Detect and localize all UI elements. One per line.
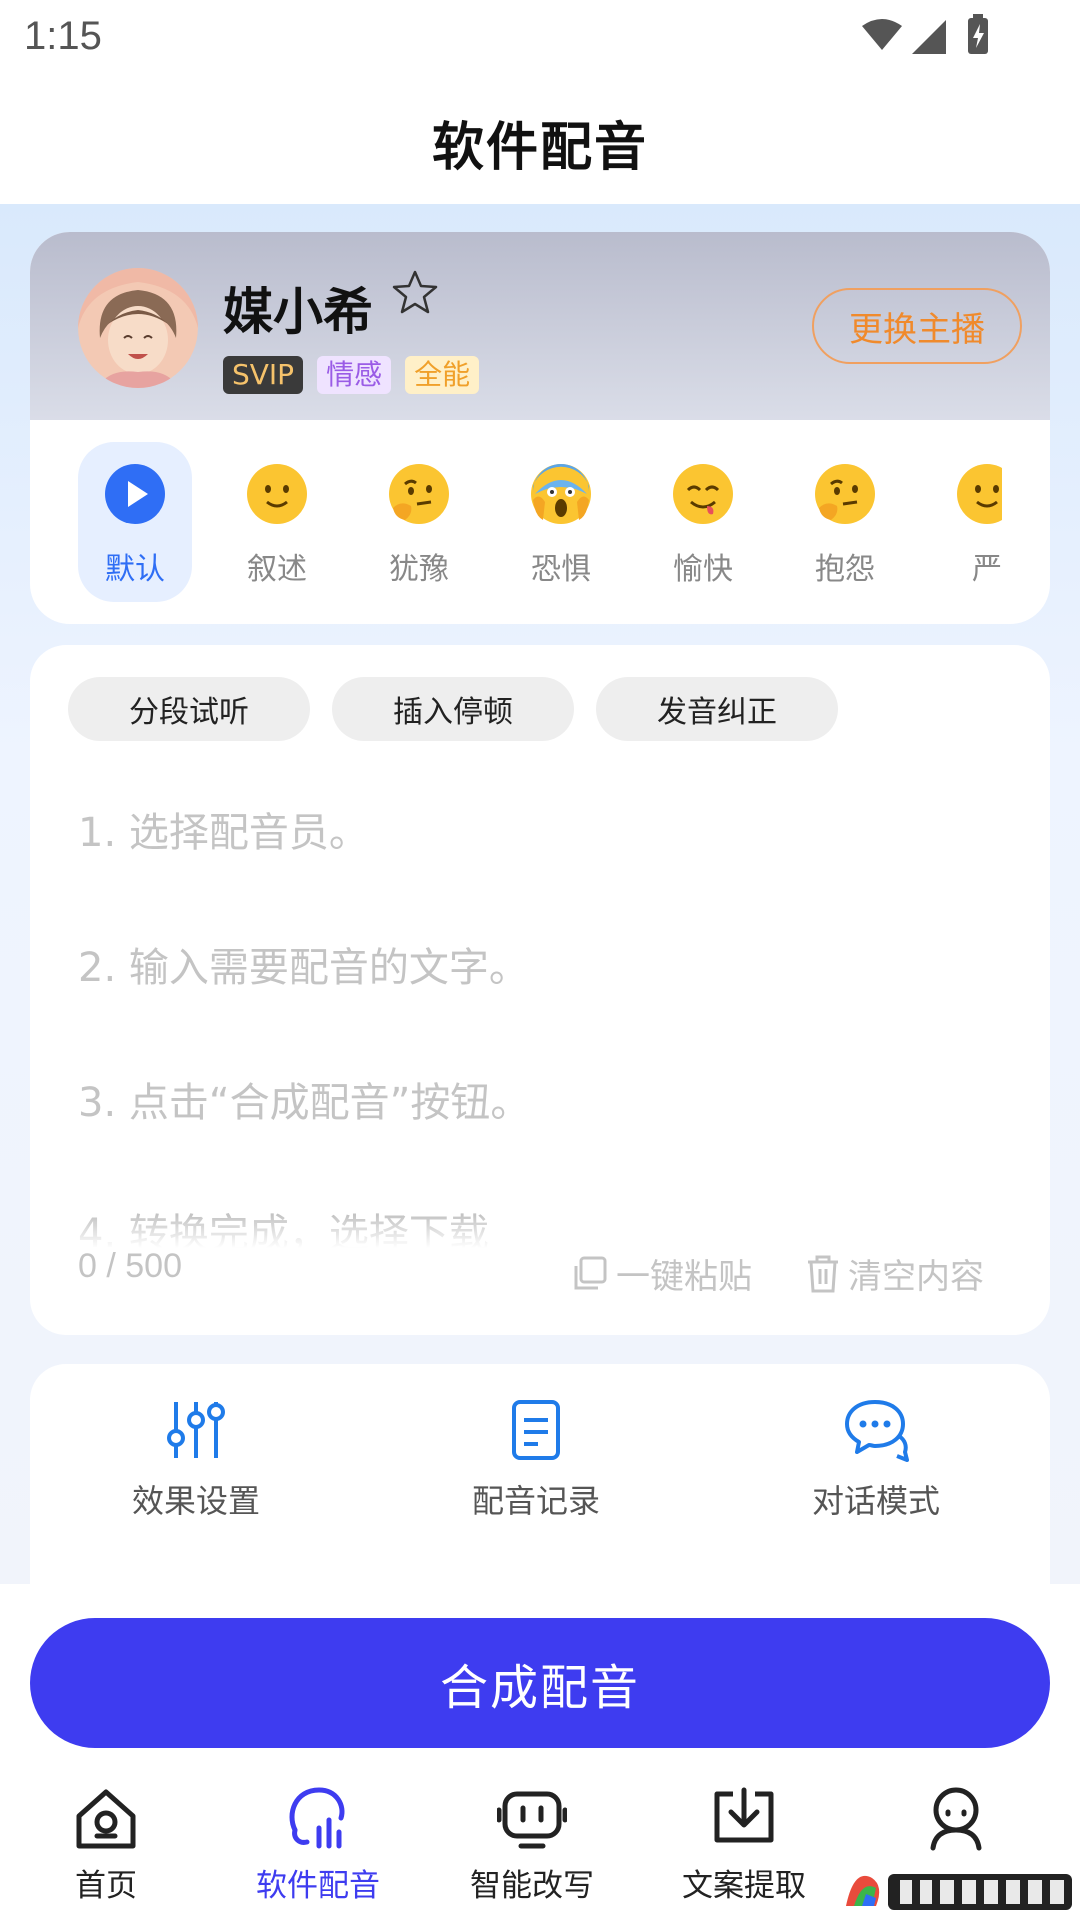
- smile-emoji-icon: [957, 464, 1002, 524]
- placeholder-line: 2. 输入需要配音的文字。: [78, 945, 529, 991]
- wifi-icon: [862, 19, 902, 50]
- chat-icon: [845, 1400, 909, 1462]
- insert-pause-button[interactable]: 插入停顿: [332, 677, 574, 741]
- voice-icon: [289, 1787, 345, 1849]
- home-icon: [76, 1789, 136, 1849]
- anchor-header: 媒小希 SVIP 情感 全能 更换主播: [30, 232, 1050, 420]
- emotion-label: 抱怨: [815, 552, 875, 587]
- segment-preview-button[interactable]: 分段试听: [68, 677, 310, 741]
- download-box-icon: [714, 1787, 774, 1843]
- trash-icon: [808, 1255, 838, 1292]
- nav-home[interactable]: 首页: [16, 1784, 196, 1905]
- emotion-label: 恐惧: [531, 552, 591, 587]
- tool-label: 效果设置: [131, 1482, 260, 1520]
- site-watermark-logo: [846, 1874, 1072, 1910]
- tool-label: 配音记录: [471, 1482, 600, 1520]
- nav-label: 智能改写: [470, 1868, 594, 1904]
- thinking-emoji-icon: [389, 464, 449, 524]
- emotion-label: 犹豫: [389, 552, 449, 587]
- robot-icon: [497, 1791, 567, 1849]
- svip-badge: SVIP: [223, 356, 304, 394]
- status-bar: 1:15: [0, 0, 1080, 80]
- placeholder-line: 1. 选择配音员。: [78, 810, 369, 856]
- status-time: 1:15: [24, 14, 102, 58]
- title-bar: 软件配音: [0, 80, 1080, 204]
- tools-card: 效果设置 配音记录 对话模式: [30, 1364, 1050, 1584]
- emotion-complain[interactable]: 抱怨: [788, 442, 902, 602]
- emotion-label: 严: [972, 552, 1002, 587]
- anchor-name: 媒小希: [223, 283, 373, 341]
- sliders-icon: [167, 1402, 225, 1458]
- effect-settings-button[interactable]: 效果设置: [96, 1398, 296, 1522]
- nav-rewrite[interactable]: 智能改写: [442, 1784, 622, 1905]
- nav-label: 首页: [75, 1868, 137, 1904]
- dialogue-mode-button[interactable]: 对话模式: [776, 1398, 976, 1522]
- emotion-label: 叙述: [247, 552, 307, 587]
- yum-emoji-icon: [673, 464, 733, 524]
- emotion-list: 默认 叙述 犹豫 恐惧 愉快 抱怨 严: [78, 442, 1002, 604]
- emotion-label: 愉快: [673, 552, 733, 587]
- paste-label: 一键粘贴: [616, 1257, 752, 1297]
- dubbing-records-button[interactable]: 配音记录: [436, 1398, 636, 1522]
- anchor-card: 媒小希 SVIP 情感 全能 更换主播 默认 叙述 犹豫 恐惧 愉快 抱怨 严: [30, 232, 1050, 624]
- document-icon: [512, 1400, 560, 1460]
- star-icon[interactable]: [390, 268, 440, 318]
- emotion-hesitate[interactable]: 犹豫: [362, 442, 476, 602]
- smile-emoji-icon: [247, 464, 307, 524]
- clear-button[interactable]: 清空内容: [804, 1249, 984, 1298]
- screaming-emoji-icon: [531, 464, 591, 524]
- status-icons: [862, 14, 988, 54]
- nav-dubbing[interactable]: 软件配音: [228, 1784, 408, 1905]
- tool-label: 对话模式: [811, 1482, 940, 1520]
- emotion-happy[interactable]: 愉快: [646, 442, 760, 602]
- page-title: 软件配音: [431, 117, 648, 178]
- anchor-tags: SVIP 情感 全能: [223, 356, 480, 394]
- nav-extract[interactable]: 文案提取: [654, 1784, 834, 1905]
- text-editor-card: 分段试听 插入停顿 发音纠正 1. 选择配音员。 2. 输入需要配音的文字。 3…: [30, 645, 1050, 1335]
- emotion-narrate[interactable]: 叙述: [220, 442, 334, 602]
- emotion-badge: 情感: [317, 356, 392, 394]
- emotion-fear[interactable]: 恐惧: [504, 442, 618, 602]
- copy-icon: [574, 1256, 607, 1289]
- play-icon: [105, 464, 165, 524]
- signal-icon: [912, 20, 946, 54]
- nav-label: 软件配音: [256, 1868, 380, 1904]
- nav-label: 文案提取: [682, 1868, 806, 1904]
- placeholder-line: 3. 点击“合成配音”按钮。: [78, 1080, 531, 1126]
- synthesize-button[interactable]: 合成配音: [30, 1618, 1050, 1748]
- switch-anchor-button[interactable]: 更换主播: [812, 288, 1022, 364]
- thinking-emoji-icon: [815, 464, 875, 524]
- emotion-label: 默认: [105, 552, 165, 587]
- character-counter: 0 / 500: [78, 1247, 182, 1285]
- emotion-strict[interactable]: 严: [930, 442, 1002, 602]
- clear-label: 清空内容: [848, 1257, 984, 1297]
- profile-icon: [930, 1787, 982, 1851]
- paste-button[interactable]: 一键粘贴: [570, 1249, 752, 1298]
- nav-profile[interactable]: [866, 1784, 1046, 1854]
- pronunciation-fix-button[interactable]: 发音纠正: [596, 677, 838, 741]
- emotion-default[interactable]: 默认: [78, 442, 192, 602]
- versatile-badge: 全能: [405, 356, 480, 394]
- avatar[interactable]: [78, 268, 198, 388]
